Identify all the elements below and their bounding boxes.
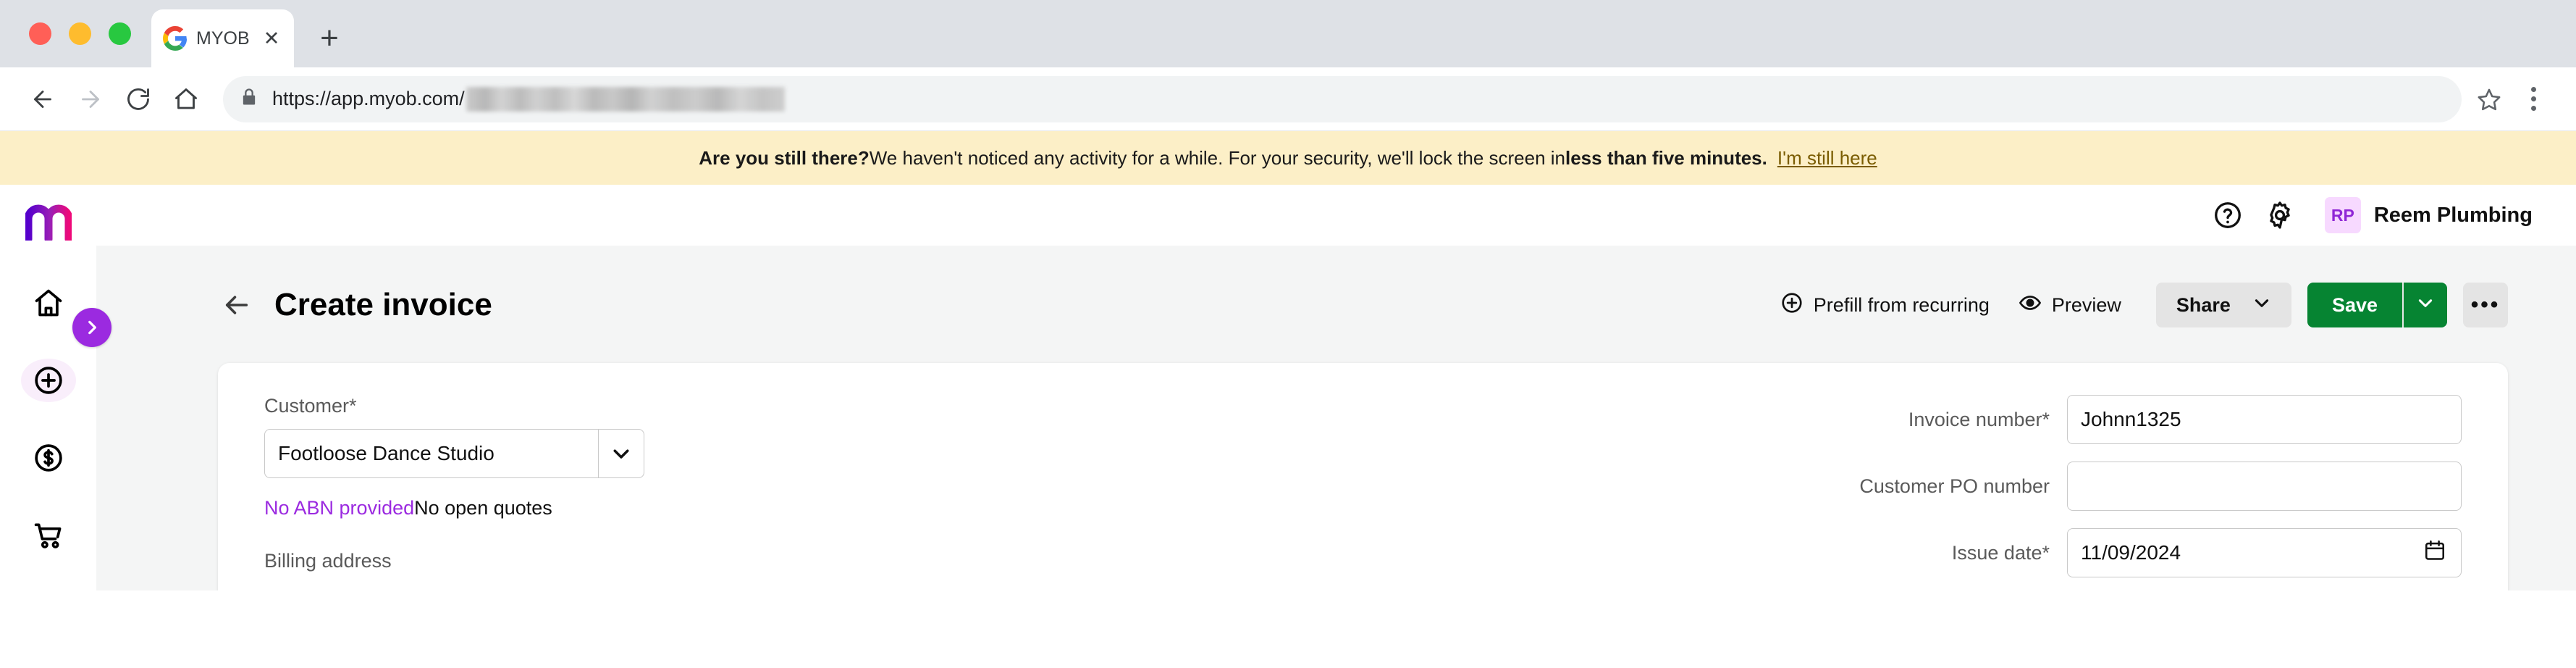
arrow-left-icon[interactable] [218, 286, 256, 324]
po-number-label: Customer PO number [1859, 475, 2050, 497]
billing-address-label: Billing address [264, 550, 392, 572]
reload-icon[interactable] [114, 75, 162, 123]
po-number-input[interactable] [2067, 462, 2462, 511]
share-button[interactable]: Share [2155, 283, 2291, 327]
save-options-button[interactable] [2402, 283, 2447, 327]
calendar-icon[interactable] [2423, 539, 2446, 567]
form-column-right: Invoice number* Johnn1325 Customer PO nu… [1363, 395, 2462, 590]
window-controls [22, 0, 151, 67]
browser-window: MYOB ✕ + https://app.myob.com/ Are you s… [0, 0, 2576, 668]
chevron-down-icon [2416, 293, 2435, 317]
chevron-down-icon [2252, 293, 2271, 317]
main-region: RP Reem Plumbing Create invoice Prefill … [96, 185, 2576, 590]
sidebar-item-home[interactable] [21, 281, 76, 325]
sidebar-item-create[interactable] [20, 358, 76, 403]
po-number-row: Customer PO number [1414, 462, 2462, 511]
issue-date-input[interactable]: 11/09/2024 [2067, 528, 2462, 577]
app-shell: RP Reem Plumbing Create invoice Prefill … [0, 185, 2576, 590]
org-name[interactable]: Reem Plumbing [2374, 204, 2533, 227]
invoice-number-row: Invoice number* Johnn1325 [1414, 395, 2462, 444]
required-marker: * [2042, 408, 2050, 430]
tab-title: MYOB [196, 28, 250, 49]
banner-emphasis: less than five minutes. [1565, 146, 1767, 169]
no-open-quotes-text: No open quotes [414, 497, 552, 519]
address-bar[interactable]: https://app.myob.com/ [223, 75, 2462, 122]
avatar[interactable]: RP [2324, 197, 2361, 233]
back-arrow-icon[interactable] [19, 75, 67, 123]
sidebar-item-purchases[interactable] [21, 513, 76, 557]
invoice-number-label: Invoice number* [1908, 409, 2050, 431]
im-still-here-link[interactable]: I'm still here [1777, 147, 1877, 170]
tab-strip: MYOB ✕ + [0, 0, 2576, 67]
preview-label: Preview [2051, 293, 2121, 316]
session-timeout-banner: Are you still there? We haven't noticed … [0, 131, 2576, 185]
customer-hints: No ABN providedNo open quotes [264, 497, 1334, 519]
maximize-window-button[interactable] [109, 22, 131, 45]
page-header: Create invoice Prefill from recurring Pr… [96, 246, 2576, 333]
new-tab-button[interactable]: + [307, 16, 352, 61]
issue-date-label-text: Issue date [1951, 541, 2042, 564]
prefill-label: Prefill from recurring [1813, 293, 1990, 316]
home-icon[interactable] [162, 75, 210, 123]
close-tab-icon[interactable]: ✕ [261, 28, 282, 49]
banner-body: We haven't noticed any activity for a wh… [869, 146, 1565, 169]
lock-icon [239, 87, 259, 111]
form-column-left: Customer* Footloose Dance Studio No ABN … [264, 395, 1363, 590]
url-prefix: https://app.myob.com/ [272, 88, 465, 109]
chevron-down-icon[interactable] [598, 429, 644, 478]
issue-date-row: Issue date* 11/09/2024 [1414, 528, 2462, 577]
browser-tab-myob[interactable]: MYOB ✕ [151, 9, 294, 67]
page-title: Create invoice [274, 287, 492, 322]
customer-label-text: Customer [264, 395, 350, 417]
issue-date-label: Issue date* [1952, 542, 2050, 564]
help-circle-icon[interactable] [2202, 189, 2254, 241]
url-text: https://app.myob.com/ [272, 86, 785, 112]
customer-label: Customer* [264, 395, 1334, 417]
plus-circle-icon [1780, 291, 1803, 320]
url-redacted-segment [466, 86, 785, 112]
google-favicon [163, 26, 188, 51]
required-marker: * [349, 395, 357, 417]
sidebar [0, 185, 111, 590]
eye-icon [2019, 291, 2042, 320]
invoice-number-input[interactable]: Johnn1325 [2067, 395, 2462, 444]
browser-toolbar: https://app.myob.com/ [0, 67, 2576, 131]
app-header: RP Reem Plumbing [96, 185, 2576, 246]
forward-arrow-icon[interactable] [67, 75, 114, 123]
kebab-menu-icon[interactable] [2509, 75, 2557, 123]
myob-logo[interactable] [21, 201, 76, 245]
banner-heading: Are you still there? [699, 146, 870, 169]
close-window-button[interactable] [29, 22, 51, 45]
gear-icon[interactable] [2254, 189, 2306, 241]
share-label: Share [2176, 293, 2231, 316]
customer-select[interactable]: Footloose Dance Studio [264, 429, 644, 478]
minimize-window-button[interactable] [69, 22, 91, 45]
customer-value[interactable]: Footloose Dance Studio [264, 429, 598, 478]
star-icon[interactable] [2469, 79, 2509, 120]
expand-sidebar-button[interactable] [72, 308, 111, 347]
required-marker: * [2042, 541, 2050, 564]
no-abn-link[interactable]: No ABN provided [264, 497, 414, 519]
invoice-number-label-text: Invoice number [1908, 408, 2042, 430]
more-options-button[interactable]: ••• [2463, 283, 2508, 327]
invoice-form-card: Customer* Footloose Dance Studio No ABN … [218, 363, 2508, 590]
issue-date-value: 11/09/2024 [2081, 541, 2181, 564]
prefill-from-recurring-button[interactable]: Prefill from recurring [1780, 291, 1990, 320]
save-button[interactable]: Save [2307, 283, 2402, 327]
page-content: Create invoice Prefill from recurring Pr… [96, 246, 2576, 590]
save-button-group: Save [2307, 283, 2447, 327]
preview-button[interactable]: Preview [2019, 291, 2121, 320]
sidebar-item-sales[interactable] [21, 435, 76, 480]
